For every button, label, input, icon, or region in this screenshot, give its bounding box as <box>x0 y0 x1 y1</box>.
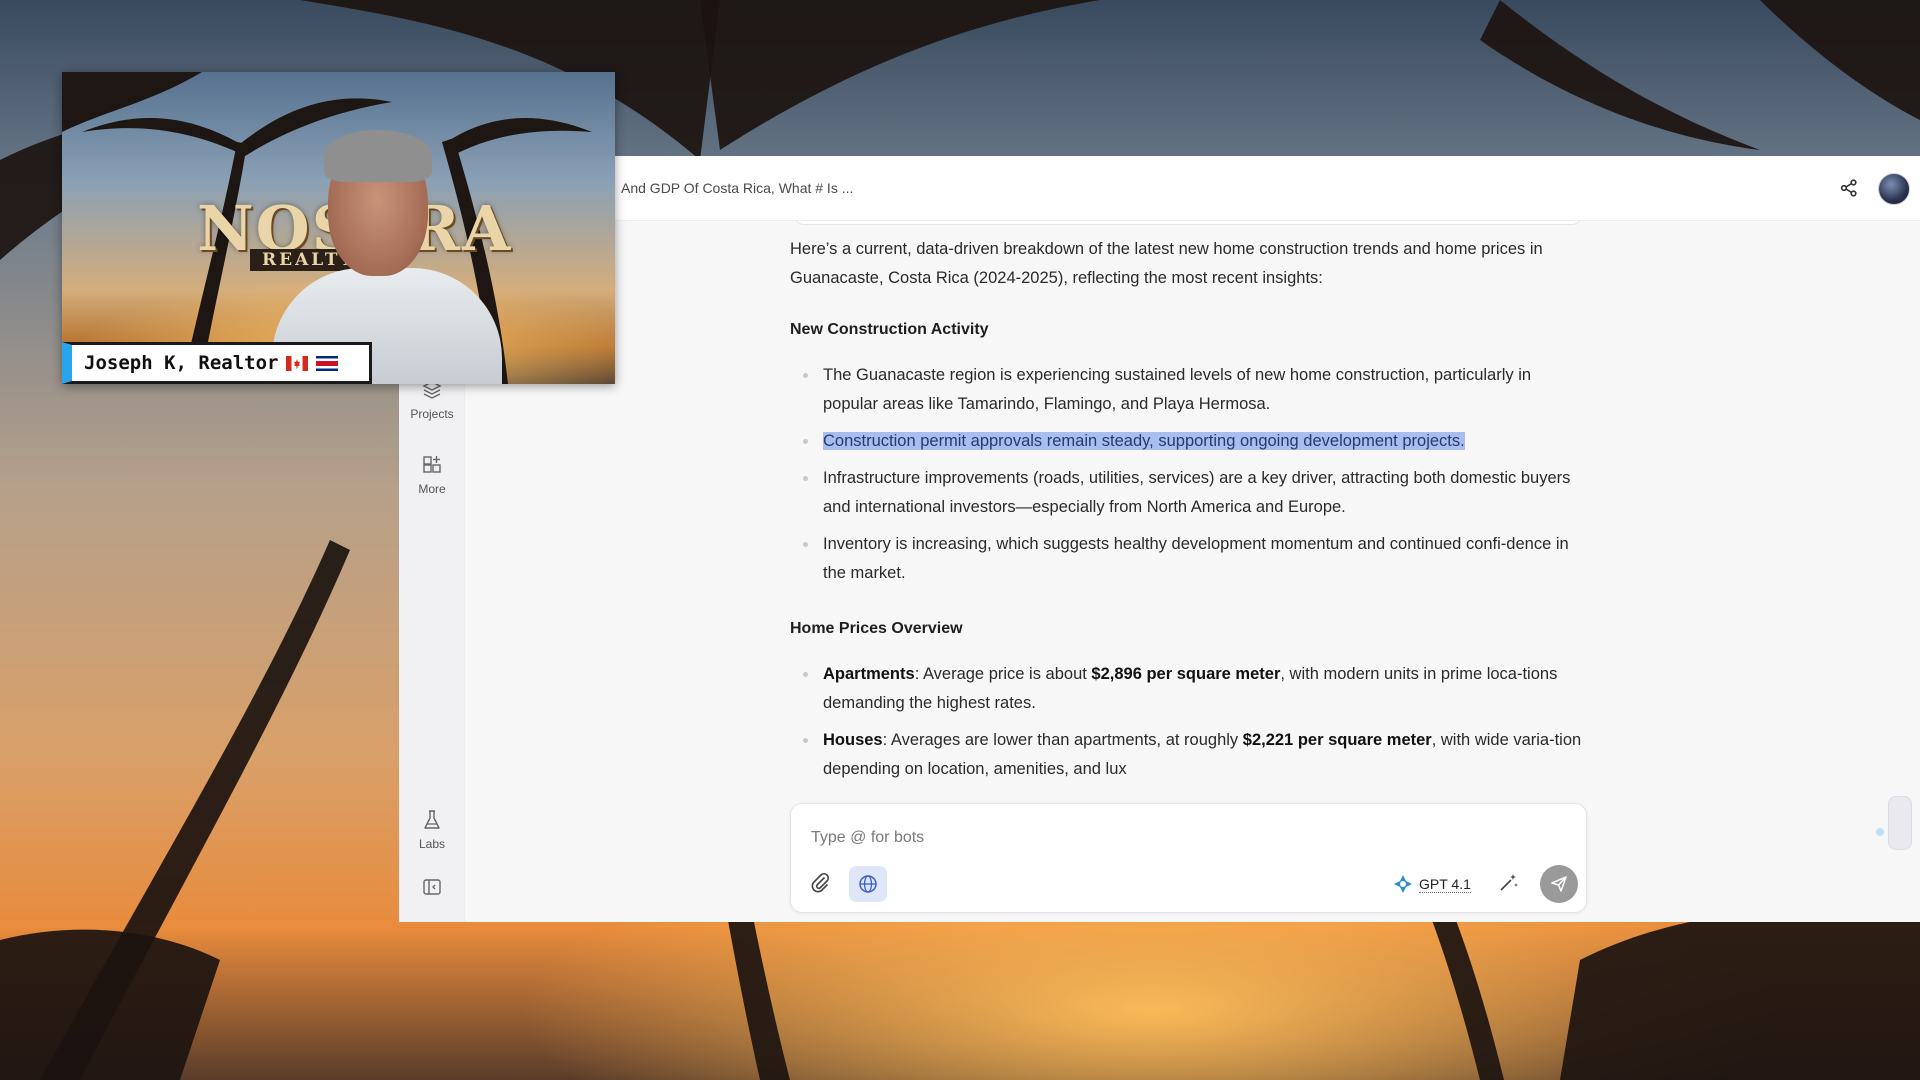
sidebar-collapse-button[interactable] <box>399 877 465 903</box>
list-item: Houses: Averages are lower than apartmen… <box>790 726 1590 784</box>
presenter-nameplate: Joseph K, Realtor <box>62 342 372 384</box>
chat-title[interactable]: And GDP Of Costa Rica, What # Is ... <box>621 180 853 196</box>
previous-message-card <box>794 221 1582 225</box>
send-icon <box>1551 876 1567 892</box>
message-intro: Here’s a current, data-driven breakdown … <box>790 240 1543 287</box>
assistant-message: Here’s a current, data-driven breakdown … <box>790 221 1590 801</box>
top-bar: And GDP Of Costa Rica, What # Is ... <box>399 156 1920 221</box>
globe-icon <box>859 875 877 893</box>
costa-rica-flag-icon <box>316 355 339 371</box>
list-item: The Guanacaste region is experiencing su… <box>790 361 1590 419</box>
sidebar-item-projects[interactable]: Projects <box>399 379 465 421</box>
list-item: Construction permit approvals remain ste… <box>790 427 1590 456</box>
message-composer: GPT 4.1 <box>790 803 1587 913</box>
sidebar-item-label: Labs <box>418 837 446 851</box>
magic-wand-icon[interactable] <box>1497 872 1519 894</box>
section-heading: New Construction Activity <box>790 321 989 338</box>
model-label: GPT 4.1 <box>1419 875 1471 893</box>
chat-app-window: And GDP Of Costa Rica, What # Is ... Pro… <box>399 156 1920 922</box>
sidebar-item-label: More <box>418 482 446 496</box>
web-search-toggle[interactable] <box>849 866 887 902</box>
list-item: Apartments: Average price is about $2,89… <box>790 660 1590 718</box>
sidebar-item-label: Projects <box>410 407 454 421</box>
bullet-list: Apartments: Average price is about $2,89… <box>790 660 1590 792</box>
section-heading: Home Prices Overview <box>790 620 963 637</box>
model-selector[interactable]: GPT 4.1 <box>1393 872 1471 896</box>
selected-text: Construction permit approvals remain ste… <box>823 432 1465 450</box>
flask-icon <box>424 810 440 829</box>
presenter-name: Joseph K, Realtor <box>84 352 279 374</box>
paperclip-icon[interactable] <box>809 872 831 894</box>
webcam-overlay: NOSARA REALTY <box>62 72 615 384</box>
canada-flag-icon <box>286 355 309 371</box>
status-dot <box>1876 828 1884 836</box>
gpt-model-icon <box>1394 875 1412 893</box>
presenter-hair <box>324 130 432 182</box>
share-icon[interactable] <box>1839 178 1859 198</box>
list-item: Inventory is increasing, which suggests … <box>790 530 1590 588</box>
bullet-list: The Guanacaste region is experiencing su… <box>790 361 1590 596</box>
sidebar-item-labs[interactable]: Labs <box>399 809 465 851</box>
side-widget[interactable] <box>1888 796 1912 850</box>
message-input[interactable] <box>811 826 1511 850</box>
grid-plus-icon <box>423 456 441 473</box>
sidebar-toggle-icon <box>423 879 441 895</box>
sidebar-item-more[interactable]: More <box>399 454 465 496</box>
avatar[interactable] <box>1878 173 1910 205</box>
list-item: Infrastructure improvements (roads, util… <box>790 464 1590 522</box>
send-button[interactable] <box>1540 865 1578 903</box>
